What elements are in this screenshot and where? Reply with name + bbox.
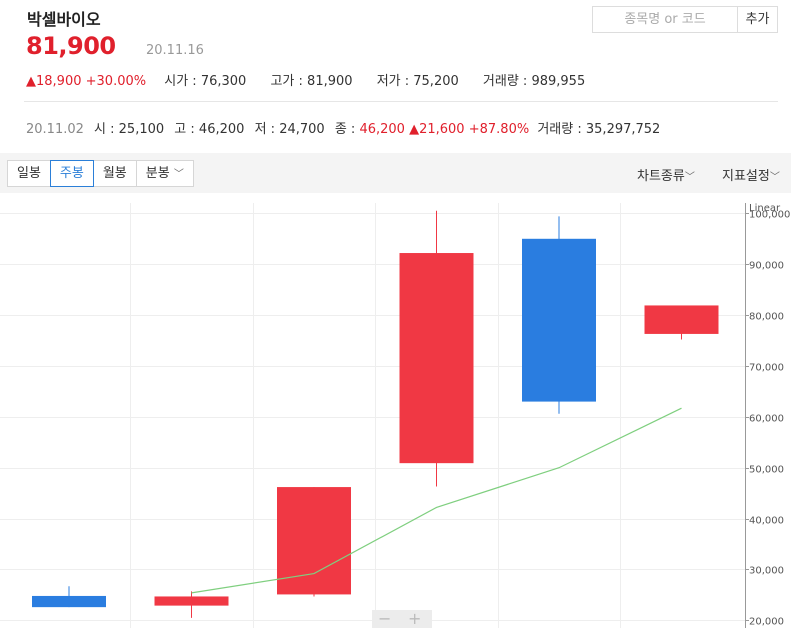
bar-date: 20.11.02: [26, 122, 84, 137]
y-tick-label: 80,000: [749, 312, 784, 323]
indicator-label: 지표설정: [722, 169, 770, 184]
y-tick-label: 50,000: [749, 465, 784, 476]
arrow-up-icon: ▲: [26, 74, 36, 89]
divider: [24, 101, 778, 102]
low-value: 75,200: [413, 74, 459, 89]
indicator-menu[interactable]: 지표설정﹀: [722, 165, 780, 184]
bar-open-label: 시: [94, 122, 106, 137]
tab-daily[interactable]: 일봉: [7, 160, 51, 187]
y-tick-label: 60,000: [749, 414, 784, 425]
bar-up-icon: ▲: [409, 122, 420, 137]
tab-weekly[interactable]: 주봉: [49, 160, 94, 187]
tab-monthly[interactable]: 월봉: [92, 160, 137, 187]
bar-change-pct: +87.80%: [468, 122, 530, 137]
add-button[interactable]: 추가: [737, 6, 778, 33]
zoom-in-icon[interactable]: +: [408, 610, 421, 628]
current-price: 81,900: [26, 32, 116, 60]
candle-body: [277, 487, 351, 595]
price-summary: ▲18,900 +30.00% 시가 : 76,300 고가 : 81,900 …: [26, 74, 586, 89]
bar-low-label: 저: [254, 122, 267, 137]
open-value: 76,300: [200, 74, 247, 89]
bar-change: 21,600: [419, 122, 465, 137]
y-tick-label: 40,000: [749, 516, 784, 527]
y-tick-label: 30,000: [749, 566, 784, 577]
zoom-out-icon[interactable]: −: [378, 610, 391, 628]
candle-body: [522, 238, 596, 402]
period-tabs: 일봉 주봉 월봉 분봉 ﹀: [7, 160, 194, 187]
candle-body: [154, 596, 229, 606]
change-amount: 18,900: [36, 74, 82, 89]
bar-volume: 35,297,752: [585, 122, 661, 137]
price-date: 20.11.16: [146, 43, 204, 58]
candle-body: [32, 595, 106, 608]
chart-type-menu[interactable]: 차트종류﹀: [637, 165, 695, 184]
bar-close-label: 종: [334, 122, 347, 137]
bar-volume-label: 거래량: [537, 122, 574, 137]
bar-close: 46,200: [359, 122, 405, 137]
y-tick-label: 70,000: [749, 363, 784, 374]
chart-type-label: 차트종류: [637, 169, 685, 184]
candlestick-chart[interactable]: 20,000 30,000 40,000 50,000 60,000 70,000 80,0…: [0, 193, 791, 628]
bar-high: 46,200: [198, 122, 245, 137]
scale-label: Linear: [749, 203, 781, 214]
change-percent: +30.00%: [85, 74, 147, 89]
bar-open: 25,100: [118, 122, 165, 137]
y-tick-label: 20,000: [749, 617, 784, 628]
tab-minute[interactable]: 분봉 ﹀: [135, 160, 194, 187]
chevron-down-icon: ﹀: [769, 172, 780, 183]
tab-minute-label: 분봉: [145, 166, 170, 181]
chart-svg: 20,000 30,000 40,000 50,000 60,000 70,000 80,0…: [0, 203, 790, 628]
y-tick-label: 90,000: [749, 261, 784, 272]
bar-high-label: 고: [174, 122, 187, 137]
chevron-down-icon: ﹀: [684, 172, 695, 183]
high-label: 고가: [270, 74, 295, 89]
low-label: 저가: [376, 74, 401, 89]
high-value: 81,900: [307, 74, 353, 89]
volume-value: 989,955: [531, 74, 586, 89]
bar-low: 24,700: [279, 122, 325, 137]
candle-body: [399, 253, 474, 464]
selected-bar-info: 20.11.02 시 : 25,100 고 : 46,200 저 : 24,70…: [26, 122, 661, 137]
volume-label: 거래량: [482, 74, 519, 89]
open-label: 시가: [164, 74, 189, 89]
candle-body: [644, 305, 719, 334]
stock-name: 박셀바이오: [27, 10, 101, 29]
search-input[interactable]: 종목명 or 코드: [592, 6, 738, 33]
chevron-down-icon: ﹀: [173, 169, 184, 180]
